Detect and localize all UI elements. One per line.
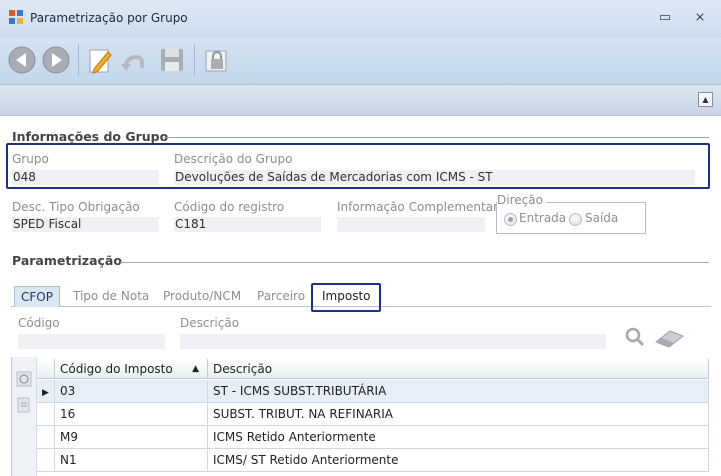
- row-indicator: [37, 403, 55, 426]
- cell-codigo: N1: [55, 449, 208, 472]
- app-icon: [9, 10, 23, 24]
- row-indicator: ▶: [37, 380, 55, 403]
- tipo-obrigacao-label: Desc. Tipo Obrigação: [12, 200, 140, 214]
- cell-descricao: ST - ICMS SUBST.TRIBUTÁRIA: [208, 380, 709, 403]
- entrada-radio[interactable]: [504, 213, 517, 226]
- cell-descricao: ICMS Retido Anteriormente: [208, 426, 709, 449]
- section-divider: [120, 262, 709, 263]
- undo-icon[interactable]: [118, 44, 150, 76]
- imposto-grid: Código do Imposto ▲ Descrição ▶ 03 ST - …: [11, 357, 709, 476]
- title-bar: Parametrização por Grupo ▭ ⨯: [0, 0, 721, 38]
- close-button[interactable]: ⨯: [690, 9, 710, 27]
- codigo-registro-label: Código do registro: [174, 200, 285, 214]
- row-indicator: [37, 449, 55, 472]
- cell-codigo: 16: [55, 403, 208, 426]
- edit-icon[interactable]: [84, 44, 116, 76]
- saida-label: Saída: [585, 211, 619, 225]
- codigo-label: Código: [18, 316, 60, 330]
- row-indicator-header: [37, 359, 55, 379]
- row-pointer-icon: ▶: [42, 388, 49, 398]
- codigo-registro-field[interactable]: C181: [174, 217, 321, 232]
- tab-parceiro[interactable]: Parceiro: [251, 286, 311, 306]
- row-indicator: [37, 426, 55, 449]
- eraser-icon[interactable]: [652, 328, 686, 348]
- column-header-codigo-label: Código do Imposto: [60, 362, 173, 376]
- minimize-button[interactable]: ▭: [655, 9, 675, 27]
- cell-codigo: 03: [55, 380, 208, 403]
- grid-export-icon[interactable]: [16, 397, 32, 413]
- direcao-label: Direção: [497, 193, 546, 207]
- main-content: Informações do Grupo Grupo 048 Descrição…: [0, 116, 721, 476]
- cell-descricao: SUBST. TRIBUT. NA REFINARIA: [208, 403, 709, 426]
- tipo-obrigacao-field[interactable]: SPED Fiscal: [12, 217, 159, 232]
- descricao-label: Descrição: [180, 316, 240, 330]
- info-complementar-label: Informação Complementar: [337, 200, 498, 214]
- back-icon[interactable]: [6, 44, 38, 76]
- window-title: Parametrização por Grupo: [30, 11, 188, 25]
- toolbar: [0, 38, 721, 85]
- grid-side-panel: [12, 357, 37, 476]
- grid-refresh-icon[interactable]: [16, 371, 32, 387]
- save-icon[interactable]: [156, 44, 188, 76]
- entrada-label: Entrada: [519, 211, 567, 225]
- column-header-descricao[interactable]: Descrição: [208, 359, 709, 379]
- cell-codigo: M9: [55, 426, 208, 449]
- table-row[interactable]: ▶ 03 ST - ICMS SUBST.TRIBUTÁRIA: [37, 380, 709, 403]
- section-divider: [164, 137, 709, 138]
- collapse-band: ▲: [0, 85, 721, 116]
- info-complementar-field[interactable]: [337, 217, 485, 232]
- tab-produto-ncm[interactable]: Produto/NCM: [157, 286, 247, 306]
- table-row[interactable]: N1 ICMS/ ST Retido Anteriormente: [37, 449, 709, 472]
- highlight-box-imposto: [311, 283, 381, 312]
- section-title-info: Informações do Grupo: [12, 129, 169, 144]
- table-row[interactable]: M9 ICMS Retido Anteriormente: [37, 426, 709, 449]
- toolbar-separator: [194, 44, 195, 76]
- cell-descricao: ICMS/ ST Retido Anteriormente: [208, 449, 709, 472]
- table-row[interactable]: 16 SUBST. TRIBUT. NA REFINARIA: [37, 403, 709, 426]
- search-icon[interactable]: [624, 326, 646, 348]
- tab-cfop[interactable]: CFOP: [14, 286, 60, 307]
- highlight-box-grupo: [6, 143, 710, 189]
- tab-tipo-nota[interactable]: Tipo de Nota: [67, 286, 155, 306]
- column-header-codigo[interactable]: Código do Imposto ▲: [55, 359, 208, 379]
- parametrizacao-window: Parametrização por Grupo ▭ ⨯ ▲ Informaçõ…: [0, 0, 721, 476]
- section-title-param: Parametrização: [12, 253, 122, 268]
- saida-radio[interactable]: [569, 213, 582, 226]
- descricao-field[interactable]: [180, 334, 606, 349]
- lock-icon[interactable]: [200, 44, 232, 76]
- chevron-up-icon[interactable]: ▲: [698, 92, 713, 107]
- toolbar-separator: [78, 44, 79, 76]
- codigo-field[interactable]: [18, 334, 165, 349]
- forward-icon[interactable]: [40, 44, 72, 76]
- sort-asc-icon: ▲: [192, 364, 199, 374]
